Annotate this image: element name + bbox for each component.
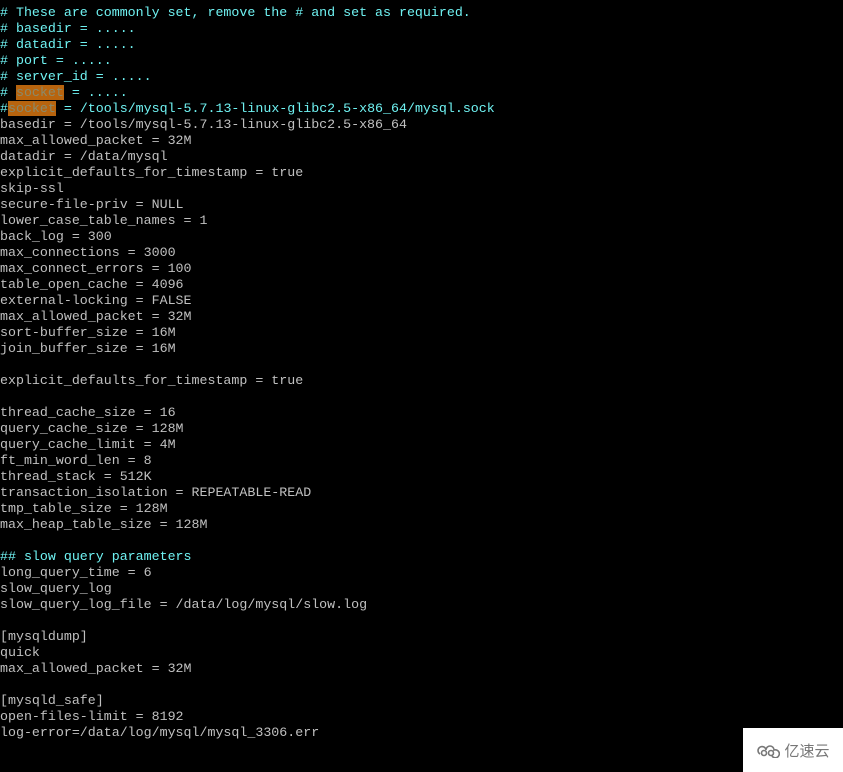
config-line: secure-file-priv = NULL <box>0 197 184 212</box>
comment-line: # basedir = ..... <box>0 21 136 36</box>
comment-line: # port = ..... <box>0 53 112 68</box>
config-line <box>0 357 843 373</box>
config-line: [mysqldump] <box>0 629 88 644</box>
config-line: explicit_defaults_for_timestamp = true <box>0 165 304 180</box>
search-match-highlight: socket <box>15 85 64 100</box>
config-line: slow_query_log <box>0 581 112 596</box>
config-line <box>0 677 843 693</box>
config-line: long_query_time = 6 <box>0 565 152 580</box>
config-line: #socket = /tools/mysql-5.7.13-linux-glib… <box>0 101 843 117</box>
config-line <box>0 389 843 405</box>
config-line: lower_case_table_names = 1 <box>0 213 208 228</box>
comment-line: ## slow query parameters <box>0 549 192 564</box>
config-line: sort-buffer_size = 16M <box>0 325 176 340</box>
line-prefix: # <box>0 101 8 116</box>
config-line: slow_query_log_file = /data/log/mysql/sl… <box>0 597 368 612</box>
config-line: query_cache_size = 128M <box>0 421 184 436</box>
config-line: external-locking = FALSE <box>0 293 192 308</box>
config-line: thread_stack = 512K <box>0 469 152 484</box>
terminal-screen[interactable]: # These are commonly set, remove the # a… <box>0 5 843 741</box>
config-line: max_connections = 3000 <box>0 245 176 260</box>
config-line <box>0 613 843 629</box>
comment-line: # server_id = ..... <box>0 69 152 84</box>
config-line: table_open_cache = 4096 <box>0 277 184 292</box>
config-line: [mysqld_safe] <box>0 693 104 708</box>
line-suffix: = ..... <box>63 85 128 100</box>
config-line: transaction_isolation = REPEATABLE-READ <box>0 485 312 500</box>
config-line: max_allowed_packet = 32M <box>0 309 192 324</box>
config-line <box>0 533 843 549</box>
watermark: 亿速云 <box>743 728 843 772</box>
config-line: max_connect_errors = 100 <box>0 261 192 276</box>
config-line: max_heap_table_size = 128M <box>0 517 208 532</box>
config-line: tmp_table_size = 128M <box>0 501 168 516</box>
config-line: log-error=/data/log/mysql/mysql_3306.err <box>0 725 320 740</box>
config-line: back_log = 300 <box>0 229 112 244</box>
config-line: ft_min_word_len = 8 <box>0 453 152 468</box>
config-line: max_allowed_packet = 32M <box>0 133 192 148</box>
config-line: open-files-limit = 8192 <box>0 709 184 724</box>
config-line: datadir = /data/mysql <box>0 149 168 164</box>
config-line: quick <box>0 645 40 660</box>
search-match-highlight: socket <box>7 101 56 116</box>
comment-line: # datadir = ..... <box>0 37 136 52</box>
config-line: # socket = ..... <box>0 85 843 101</box>
line-prefix: # <box>0 85 16 100</box>
config-line: basedir = /tools/mysql-5.7.13-linux-glib… <box>0 117 407 132</box>
cloud-logo-icon <box>757 745 781 758</box>
config-line: query_cache_limit = 4M <box>0 437 176 452</box>
watermark-text: 亿速云 <box>784 741 830 760</box>
config-line: explicit_defaults_for_timestamp = true <box>0 373 304 388</box>
config-line: skip-ssl <box>0 181 64 196</box>
config-line: thread_cache_size = 16 <box>0 405 176 420</box>
comment-line: # These are commonly set, remove the # a… <box>0 5 471 20</box>
config-line: join_buffer_size = 16M <box>0 341 176 356</box>
line-suffix: = /tools/mysql-5.7.13-linux-glibc2.5-x86… <box>55 101 495 116</box>
config-line: max_allowed_packet = 32M <box>0 661 192 676</box>
